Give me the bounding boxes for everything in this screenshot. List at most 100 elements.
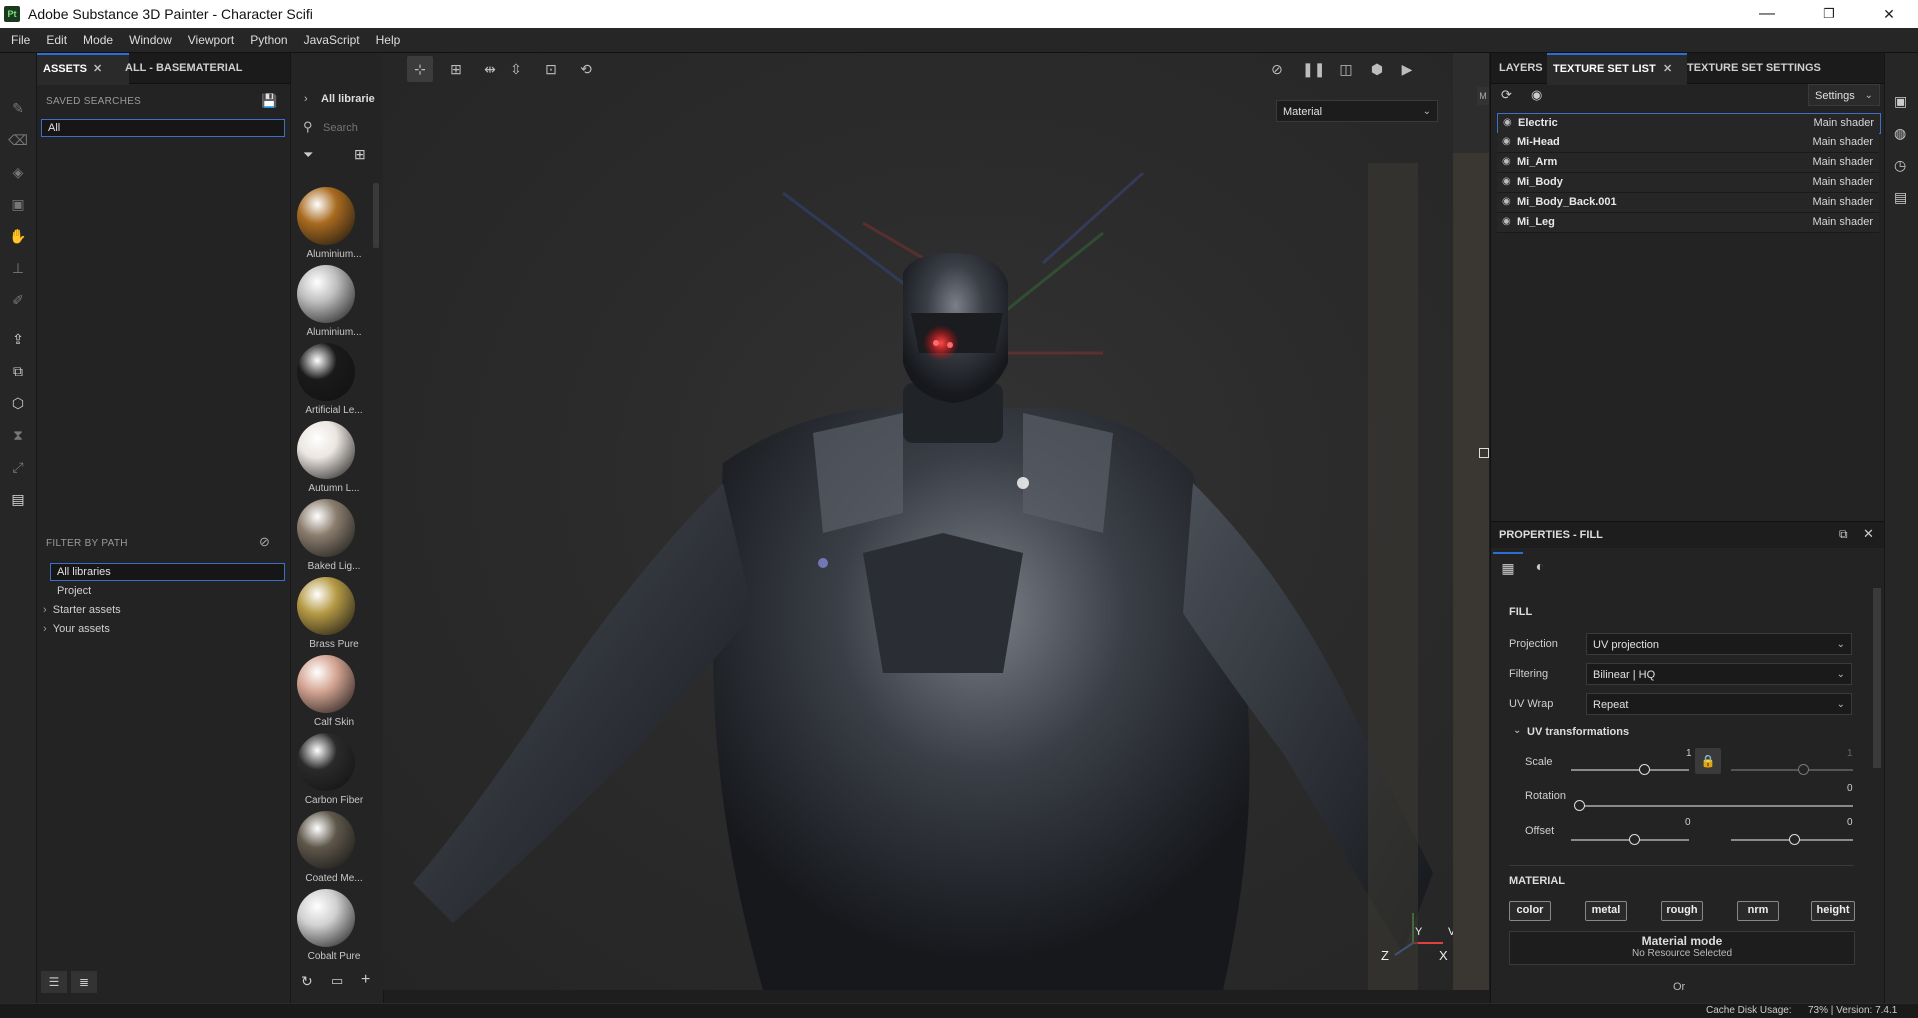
close-icon[interactable]: ✕	[1863, 526, 1874, 542]
path-all-libraries[interactable]: All libraries	[50, 563, 285, 581]
offset-u-slider-knob[interactable]	[1629, 834, 1640, 845]
clone-stamp-icon[interactable]: ⊥	[8, 258, 28, 278]
material-thumbnail[interactable]	[297, 343, 355, 401]
chevron-right-icon[interactable]: ›	[304, 93, 308, 105]
texture-set-row[interactable]: ◉ Mi-Head Main shader	[1497, 133, 1879, 153]
minimize-button[interactable]: —	[1744, 0, 1790, 28]
path-project[interactable]: Project	[57, 585, 91, 597]
properties-scrollbar[interactable]	[1873, 588, 1881, 768]
menu-viewport[interactable]: Viewport	[180, 28, 242, 52]
material-thumbnail[interactable]	[297, 499, 355, 557]
history-icon[interactable]: ◷	[1894, 157, 1906, 174]
texture-set-row[interactable]: ◉ Mi_Leg Main shader	[1497, 213, 1879, 233]
save-search-icon[interactable]: 💾	[261, 93, 277, 108]
cube-icon[interactable]: ⬡	[8, 393, 28, 413]
smudge-icon[interactable]: ✋	[8, 226, 28, 246]
pause-icon[interactable]: ❚❚	[1302, 60, 1325, 78]
menu-javascript[interactable]: JavaScript	[296, 28, 368, 52]
secondary-viewport[interactable]: M	[1453, 53, 1489, 990]
texture-set-row[interactable]: ◉ Mi_Body_Back.001 Main shader	[1497, 193, 1879, 213]
texture-set-shader[interactable]: Main shader	[1812, 136, 1873, 148]
float-icon[interactable]: ⧉	[1839, 527, 1848, 542]
offset-v-slider-knob[interactable]	[1789, 834, 1800, 845]
texture-set-shader[interactable]: Main shader	[1812, 156, 1873, 168]
grid-view-icon[interactable]: ⊞	[354, 146, 366, 163]
saved-search-input[interactable]	[41, 119, 285, 137]
measure-icon[interactable]: ⤢	[8, 457, 28, 477]
paint-brush-icon[interactable]: ✎	[8, 98, 28, 118]
menu-help[interactable]: Help	[368, 28, 409, 52]
restore-button[interactable]: ❐	[1806, 0, 1852, 28]
tab-assets[interactable]: ASSETS ✕	[37, 53, 129, 85]
scale-slider-track[interactable]	[1571, 769, 1689, 771]
library-breadcrumb[interactable]: All librarie	[321, 93, 375, 105]
material-thumbnail[interactable]	[297, 733, 355, 791]
split-view-icon[interactable]: ◫	[1336, 60, 1356, 78]
texture-set-row[interactable]: ◉ Mi_Body Main shader	[1497, 173, 1879, 193]
channel-nrm-button[interactable]: nrm	[1737, 901, 1779, 921]
texture-set-shader[interactable]: Main shader	[1812, 216, 1873, 228]
path-your-assets[interactable]: › Your assets	[43, 623, 110, 635]
filtering-dropdown[interactable]: Bilinear | HQ ⌄	[1586, 663, 1852, 685]
eraser-icon[interactable]: ⌫	[8, 130, 28, 150]
3d-viewport[interactable]: Z Y X V	[383, 53, 1453, 990]
menu-file[interactable]: File	[0, 28, 38, 52]
visibility-eye-icon[interactable]: ◉	[1503, 117, 1512, 128]
channel-color-button[interactable]: color	[1509, 901, 1551, 921]
display-settings-icon[interactable]: ▣	[1894, 93, 1907, 110]
add-frame-icon[interactable]: ⊡	[541, 60, 561, 78]
geometry-fill-icon[interactable]: ▣	[8, 194, 28, 214]
camera-icon[interactable]: ▶	[1397, 60, 1417, 78]
texture-set-row[interactable]: ◉ Mi_Arm Main shader	[1497, 153, 1879, 173]
environment-icon[interactable]: ◍	[1894, 125, 1906, 142]
folder-icon[interactable]: ▭	[331, 973, 343, 989]
material-thumbnail[interactable]	[297, 655, 355, 713]
scale-slider-knob[interactable]	[1639, 764, 1650, 775]
filter-icon[interactable]: ⏷	[303, 147, 313, 163]
settings-dropdown[interactable]: Settings ⌄	[1808, 84, 1880, 106]
frame-handle[interactable]	[1479, 448, 1489, 458]
visibility-eye-icon[interactable]: ◉	[1502, 196, 1511, 207]
visibility-eye-icon[interactable]: ◉	[1502, 156, 1511, 167]
log-icon[interactable]: ▤	[1894, 189, 1907, 206]
viewport-mode-dropdown[interactable]: Material ⌄	[1276, 100, 1438, 122]
hide-filter-icon[interactable]: ⊘	[259, 534, 270, 550]
visibility-eye-icon[interactable]: ◉	[1502, 176, 1511, 187]
material-mode-box[interactable]: Material mode No Resource Selected	[1509, 931, 1855, 965]
projection-icon[interactable]: ◈	[8, 162, 28, 182]
material-thumbnail[interactable]	[297, 811, 355, 869]
lock-icon[interactable]: 🔒	[1695, 748, 1721, 774]
channel-metal-button[interactable]: metal	[1585, 901, 1627, 921]
material-thumbnail[interactable]	[297, 187, 355, 245]
side-tab[interactable]: M	[1477, 87, 1489, 105]
chevron-down-icon[interactable]: ⌄	[1513, 725, 1521, 736]
grid-select-icon[interactable]: ⊹	[407, 56, 433, 82]
hide-icon[interactable]: ⊘	[1267, 60, 1287, 78]
scale-v-slider-track[interactable]	[1731, 769, 1853, 771]
export-icon[interactable]: ⇪	[8, 329, 28, 349]
scale-v-slider-knob[interactable]	[1798, 764, 1809, 775]
texture-set-row[interactable]: ◉ Electric Main shader	[1497, 113, 1881, 134]
texture-set-shader[interactable]: Main shader	[1813, 117, 1874, 129]
material-thumbnail[interactable]	[297, 889, 355, 947]
visibility-eye-icon[interactable]: ◉	[1502, 216, 1511, 227]
rotation-slider-track[interactable]	[1579, 805, 1853, 807]
material-thumbnail[interactable]	[297, 577, 355, 635]
color-picker-icon[interactable]: ✐	[8, 290, 28, 310]
uvwrap-dropdown[interactable]: Repeat ⌄	[1586, 693, 1852, 715]
swap-icon[interactable]: ⟳	[1501, 87, 1512, 103]
texture-set-shader[interactable]: Main shader	[1812, 176, 1873, 188]
hourglass-icon[interactable]: ⧗	[8, 425, 28, 445]
channel-height-button[interactable]: height	[1811, 901, 1855, 921]
fill-properties-icon[interactable]: ▦	[1493, 552, 1523, 582]
grid-icon[interactable]: ⊞	[446, 60, 466, 78]
menu-edit[interactable]: Edit	[38, 28, 75, 52]
tab-basematerial[interactable]: ALL - BASEMATERIAL	[119, 53, 249, 83]
list-view-icon[interactable]: ☰	[41, 971, 67, 993]
close-icon[interactable]: ✕	[1663, 55, 1672, 83]
mirror-x-icon[interactable]: ⇹	[480, 60, 500, 78]
document-icon[interactable]: ▤	[8, 489, 28, 509]
detail-view-icon[interactable]: ≣	[71, 971, 97, 993]
texture-set-shader[interactable]: Main shader	[1812, 196, 1873, 208]
close-icon[interactable]: ✕	[93, 55, 102, 83]
